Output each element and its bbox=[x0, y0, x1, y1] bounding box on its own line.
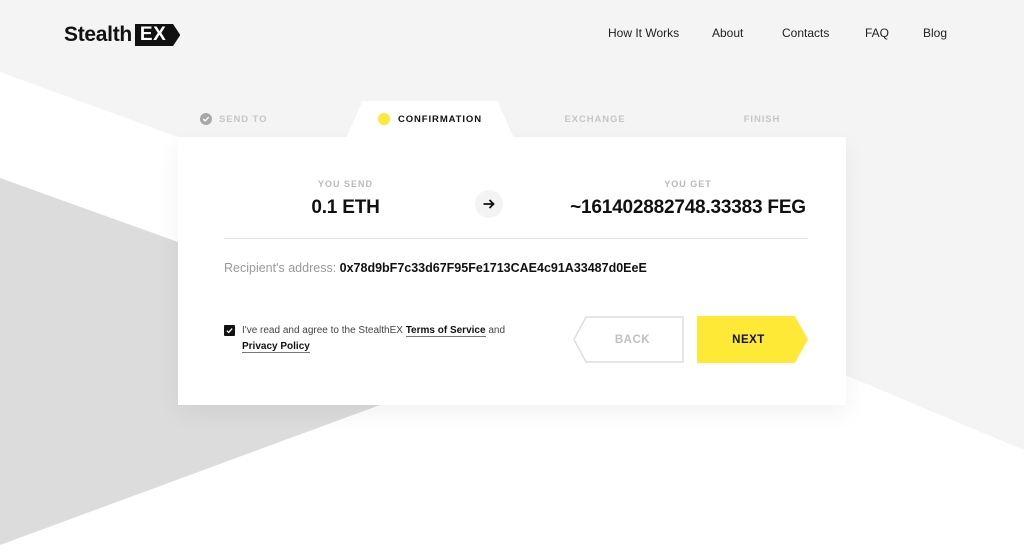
recipient-value: 0x78d9bF7c33d67F95Fe1713CAE4c91A33487d0E… bbox=[339, 261, 647, 275]
step-confirmation: CONFIRMATION bbox=[346, 101, 514, 137]
you-get-value: ~161402882748.33383 FEG bbox=[570, 197, 806, 218]
agreement: I've read and agree to the StealthEX Ter… bbox=[224, 323, 524, 355]
agree-text: I've read and agree to the StealthEX Ter… bbox=[242, 323, 524, 355]
privacy-policy-link[interactable]: Privacy Policy bbox=[242, 341, 310, 353]
nav-how-it-works[interactable]: How It Works bbox=[608, 26, 679, 40]
next-button[interactable]: NEXT bbox=[697, 316, 808, 363]
nav-contacts[interactable]: Contacts bbox=[782, 26, 829, 40]
progress-steps: SEND TO CONFIRMATION EXCHANGE FINISH bbox=[178, 101, 846, 138]
agree-checkbox[interactable] bbox=[224, 325, 235, 336]
nav-about[interactable]: About bbox=[712, 26, 743, 40]
back-button[interactable]: BACK bbox=[573, 316, 684, 363]
arrow-right-icon bbox=[475, 190, 503, 218]
agree-text-middle: and bbox=[485, 325, 506, 336]
step-label: FINISH bbox=[743, 113, 781, 125]
step-label: CONFIRMATION bbox=[398, 113, 482, 125]
step-label: SEND TO bbox=[219, 113, 268, 125]
back-button-label: BACK bbox=[614, 333, 651, 346]
terms-of-service-link[interactable]: Terms of Service bbox=[405, 325, 486, 337]
checkmark-icon bbox=[226, 328, 233, 334]
header: Stealth EX How It Works About Contacts F… bbox=[0, 0, 1024, 68]
active-dot-icon bbox=[378, 113, 390, 125]
you-get: YOU GET ~161402882748.33383 FEG bbox=[558, 179, 818, 219]
check-circle-icon bbox=[200, 113, 212, 125]
step-send-to: SEND TO bbox=[200, 101, 310, 137]
you-send-value: 0.1 ETH bbox=[311, 197, 380, 218]
you-get-label: YOU GET bbox=[664, 179, 712, 189]
recipient-address: Recipient's address: 0x78d9bF7c33d67F95F… bbox=[224, 261, 647, 275]
recipient-label: Recipient's address: bbox=[224, 261, 337, 275]
confirmation-card: YOU SEND 0.1 ETH YOU GET ~161402882748.3… bbox=[178, 137, 846, 405]
step-finish: FINISH bbox=[693, 101, 831, 137]
nav-blog[interactable]: Blog bbox=[923, 26, 947, 40]
nav-faq[interactable]: FAQ bbox=[865, 26, 889, 40]
next-button-label: NEXT bbox=[732, 333, 765, 346]
step-label: EXCHANGE bbox=[564, 113, 626, 125]
main-nav: How It Works About Contacts FAQ Blog bbox=[0, 26, 1024, 42]
you-send: YOU SEND 0.1 ETH bbox=[278, 179, 413, 219]
agree-text-prefix: I've read and agree to the StealthEX bbox=[242, 325, 406, 336]
divider bbox=[224, 238, 808, 239]
you-send-label: YOU SEND bbox=[317, 179, 373, 189]
step-exchange: EXCHANGE bbox=[514, 101, 676, 137]
